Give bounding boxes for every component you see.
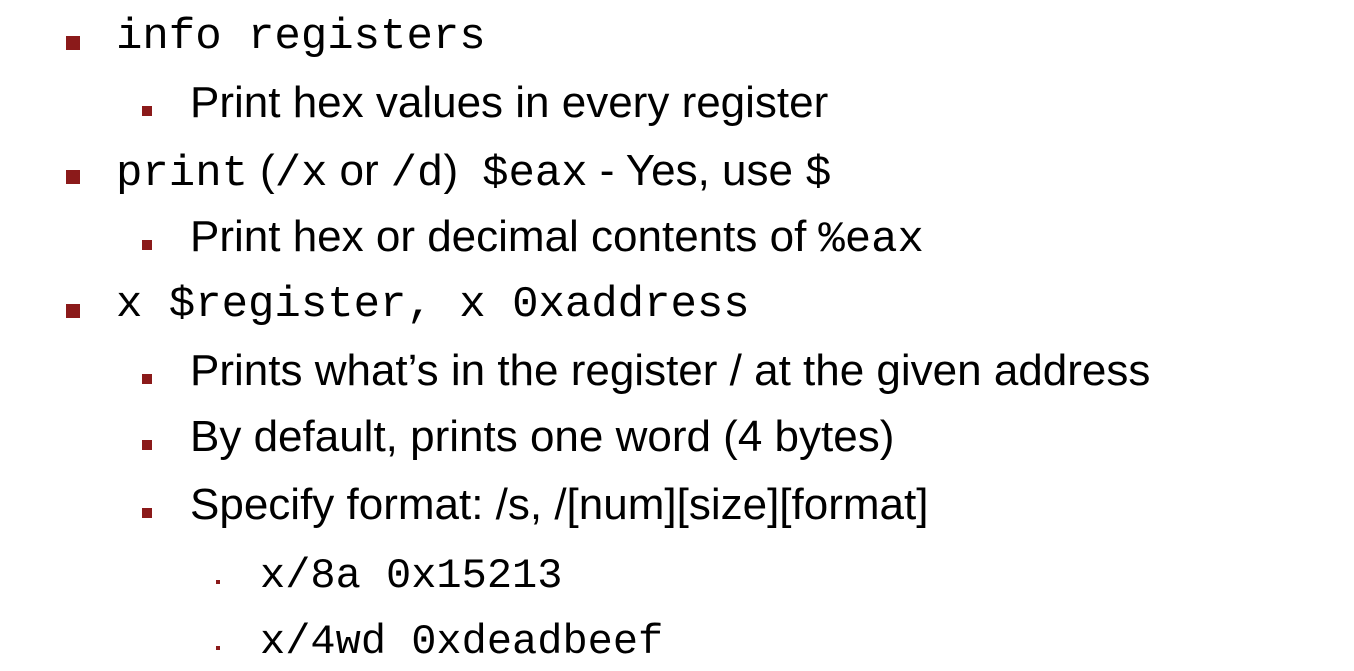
code-x-register-address: x $register, x 0xaddress <box>116 280 750 330</box>
text-by-default: By default, prints one word (4 bytes) <box>190 412 895 461</box>
text-print-hex-or-decimal: Print hex or decimal contents of <box>190 212 807 261</box>
code-x-flag: /x <box>274 149 328 199</box>
bullet-x-command: x $register, x 0xaddress <box>116 280 750 330</box>
text-print-hex-values: Print hex values in every register <box>190 78 829 127</box>
text-paren-open: ( <box>260 146 275 195</box>
bullet-print-hex-values: Print hex values in every register <box>190 78 828 128</box>
bullet-marker-level3 <box>216 580 220 584</box>
code-example-1: x/8a 0x15213 <box>260 552 563 600</box>
bullet-marker-level1 <box>66 304 80 318</box>
bullet-specify-format: Specify format: /s, /[num][size][format] <box>190 480 928 530</box>
bullet-marker-level3 <box>216 646 220 650</box>
text-prints-whats-in: Prints what’s in the register / at the g… <box>190 346 1151 395</box>
code-d-flag: /d <box>390 149 444 199</box>
text-specify-format: Specify format: /s, /[num][size][format] <box>190 480 929 529</box>
bullet-print-command: print ( /x or /d ) $eax - Yes, use $ <box>116 146 831 199</box>
code-dollar: $ <box>804 149 832 199</box>
bullet-marker-level1 <box>66 36 80 50</box>
code-percent-eax: %eax <box>818 215 924 265</box>
bullet-example-2: x/4wd 0xdeadbeef <box>260 618 663 666</box>
bullet-marker-level2 <box>142 508 152 518</box>
slide: info registers Print hex values in every… <box>0 0 1354 671</box>
bullet-marker-level2 <box>142 106 152 116</box>
bullet-info-registers: info registers <box>116 12 486 62</box>
code-example-2: x/4wd 0xdeadbeef <box>260 618 664 666</box>
code-print: print <box>116 149 249 199</box>
bullet-print-hex-or-decimal: Print hex or decimal contents of %eax <box>190 212 924 265</box>
bullet-by-default: By default, prints one word (4 bytes) <box>190 412 894 462</box>
code-info-registers: info registers <box>116 12 486 62</box>
text-or: or <box>339 146 379 195</box>
bullet-prints-whats-in: Prints what’s in the register / at the g… <box>190 346 1150 396</box>
bullet-example-1: x/8a 0x15213 <box>260 552 562 600</box>
bullet-marker-level1 <box>66 170 80 184</box>
code-eax: $eax <box>482 149 588 199</box>
bullet-marker-level2 <box>142 374 152 384</box>
bullet-marker-level2 <box>142 240 152 250</box>
text-paren-close: ) <box>443 146 459 195</box>
text-yes-use: - Yes, use <box>599 146 793 195</box>
bullet-marker-level2 <box>142 440 152 450</box>
